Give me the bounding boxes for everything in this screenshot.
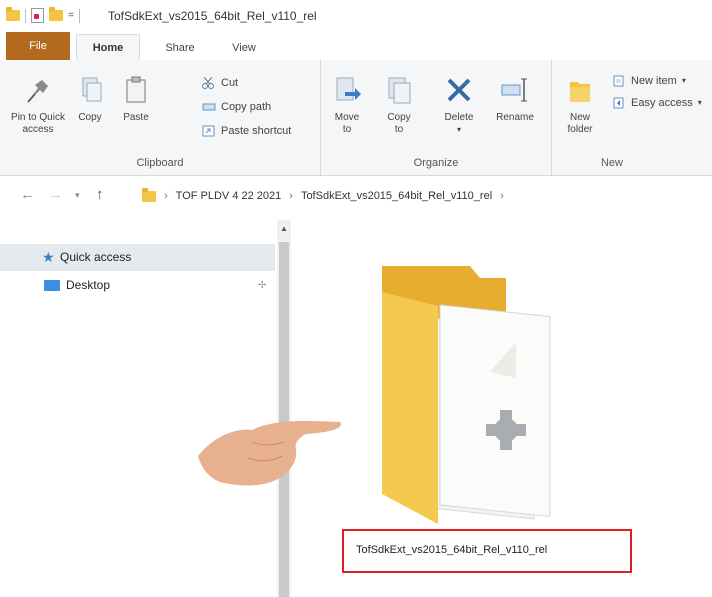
address-bar[interactable]: › TOF PLDV 4 22 2021 › TofSdkExt_vs2015_… bbox=[142, 184, 712, 208]
copy-to-button[interactable]: Copy to bbox=[377, 74, 421, 136]
breadcrumb-separator[interactable]: › bbox=[289, 190, 293, 202]
divider bbox=[25, 8, 26, 23]
back-arrow-icon[interactable]: ← bbox=[20, 186, 35, 203]
large-folder-icon[interactable] bbox=[374, 262, 574, 532]
tab-file[interactable]: File bbox=[6, 32, 70, 60]
delete-dropdown-icon[interactable]: ▾ bbox=[435, 124, 483, 136]
easy-access-label: Easy access bbox=[631, 97, 693, 109]
clipboard-group-label: Clipboard bbox=[136, 157, 184, 169]
move-to-button[interactable]: Move to bbox=[325, 74, 369, 136]
easy-access-icon bbox=[612, 97, 626, 109]
folder-icon bbox=[142, 187, 156, 202]
paste-icon bbox=[120, 74, 152, 106]
nav-item-label: Quick access bbox=[60, 250, 132, 264]
clipboard-group: Pin to Quick access Copy Paste Cut Copy … bbox=[0, 60, 321, 175]
star-icon: ★ bbox=[42, 249, 55, 265]
tab-share[interactable]: Share bbox=[150, 37, 210, 59]
new-folder-icon bbox=[564, 74, 596, 106]
tab-home[interactable]: Home bbox=[76, 34, 140, 61]
paste-button[interactable]: Paste bbox=[114, 74, 158, 124]
new-folder-icon[interactable] bbox=[49, 7, 63, 21]
ribbon-tabs: File Home Share View bbox=[0, 32, 712, 61]
desktop-icon bbox=[44, 280, 60, 291]
folder-icon[interactable] bbox=[6, 7, 20, 21]
rename-label: Rename bbox=[496, 112, 534, 123]
copy-to-icon bbox=[383, 74, 415, 106]
delete-x-icon bbox=[443, 74, 475, 106]
new-item-label: New item bbox=[631, 75, 677, 87]
new-group-label: New bbox=[600, 157, 623, 169]
rename-icon bbox=[499, 74, 531, 106]
copy-path-button[interactable]: Copy path bbox=[202, 98, 271, 116]
new-folder-label-2: folder bbox=[567, 124, 593, 135]
organize-group-label: Organize bbox=[413, 157, 459, 169]
pin-icon[interactable]: ✢ bbox=[258, 272, 266, 299]
move-to-icon bbox=[331, 74, 363, 106]
address-bar-row: ← → ▾ ↑ › TOF PLDV 4 22 2021 › TofSdkExt… bbox=[0, 176, 712, 216]
copy-to-label-1: Copy bbox=[387, 112, 411, 123]
new-item-icon bbox=[612, 75, 626, 87]
copy-to-label-2: to bbox=[394, 124, 404, 135]
pointing-hand-image bbox=[198, 420, 342, 486]
scissors-icon bbox=[202, 76, 216, 89]
breadcrumb-separator[interactable]: › bbox=[500, 190, 504, 202]
pin-label-line1: Pin to Quick bbox=[11, 112, 65, 123]
delete-button[interactable]: Delete ▾ bbox=[435, 74, 483, 136]
title-bar: = TofSdkExt_vs2015_64bit_Rel_v110_rel bbox=[0, 0, 712, 32]
easy-access-button[interactable]: Easy access ▾ bbox=[612, 94, 702, 112]
pin-label-line2: access bbox=[22, 124, 54, 135]
paste-shortcut-label: Paste shortcut bbox=[221, 125, 292, 137]
nav-item-label: Desktop bbox=[66, 278, 111, 292]
forward-arrow-icon[interactable]: → bbox=[48, 186, 63, 203]
cut-label: Cut bbox=[221, 77, 239, 89]
new-item-dropdown-icon: ▾ bbox=[681, 76, 686, 85]
copy-path-label: Copy path bbox=[221, 101, 272, 113]
easy-access-dropdown-icon: ▾ bbox=[697, 98, 702, 107]
delete-label: Delete bbox=[444, 112, 474, 123]
paste-label: Paste bbox=[123, 112, 149, 123]
copy-label: Copy bbox=[78, 112, 102, 123]
folder-name-label[interactable]: TofSdkExt_vs2015_64bit_Rel_v110_rel bbox=[356, 544, 547, 556]
tab-view[interactable]: View bbox=[216, 37, 272, 59]
nav-item-quick-access[interactable]: ★ Quick access bbox=[0, 244, 275, 271]
breadcrumb-item[interactable]: TOF PLDV 4 22 2021 bbox=[176, 190, 282, 202]
pin-icon bbox=[22, 74, 54, 106]
nav-item-desktop[interactable]: Desktop ✢ bbox=[0, 272, 275, 299]
new-folder-label-1: New bbox=[569, 112, 590, 123]
divider bbox=[78, 8, 80, 23]
new-item-button[interactable]: New item ▾ bbox=[612, 72, 686, 90]
move-to-label-1: Move bbox=[334, 112, 360, 123]
new-group: New folder New item ▾ Easy access ▾ New bbox=[552, 60, 712, 175]
breadcrumb-separator[interactable]: › bbox=[164, 190, 168, 202]
move-to-label-2: to bbox=[342, 124, 352, 135]
copy-icon bbox=[74, 74, 106, 106]
paste-shortcut-icon bbox=[202, 125, 216, 137]
copy-button[interactable]: Copy bbox=[70, 74, 110, 124]
rename-button[interactable]: Rename bbox=[489, 74, 541, 124]
copy-path-icon bbox=[202, 101, 216, 113]
pin-to-quick-access-button[interactable]: Pin to Quick access bbox=[10, 74, 66, 136]
up-arrow-icon[interactable]: ↑ bbox=[96, 186, 104, 203]
window-title: TofSdkExt_vs2015_64bit_Rel_v110_rel bbox=[108, 9, 317, 23]
organize-group: Move to Copy to Delete ▾ Rename Organize bbox=[321, 60, 552, 175]
properties-icon[interactable] bbox=[31, 8, 44, 23]
cut-button[interactable]: Cut bbox=[202, 74, 238, 92]
paste-shortcut-button[interactable]: Paste shortcut bbox=[202, 122, 291, 140]
scroll-up-arrow-icon[interactable]: ▲ bbox=[280, 224, 288, 233]
customize-toolbar-icon[interactable]: = bbox=[68, 10, 74, 21]
breadcrumb-item[interactable]: TofSdkExt_vs2015_64bit_Rel_v110_rel bbox=[301, 190, 492, 202]
quick-access-toolbar: = bbox=[6, 7, 80, 23]
new-folder-button[interactable]: New folder bbox=[556, 74, 604, 136]
recent-locations-chevron-icon[interactable]: ▾ bbox=[75, 190, 80, 201]
ribbon: Pin to Quick access Copy Paste Cut Copy … bbox=[0, 60, 712, 176]
